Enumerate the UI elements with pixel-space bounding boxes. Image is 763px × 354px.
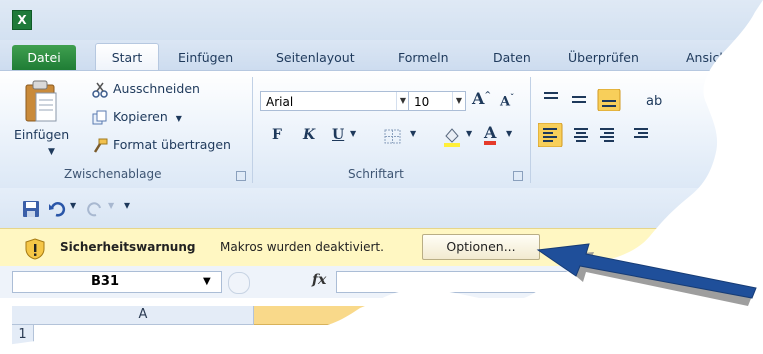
name-box-value: B31 [91, 274, 119, 289]
options-button[interactable]: Optionen... [422, 234, 540, 260]
name-box-resize-handle[interactable] [228, 272, 250, 294]
chevron-down-icon[interactable]: ▼ [410, 129, 416, 138]
tab-page-layout[interactable]: Seitenlayout [276, 47, 355, 69]
quick-access-toolbar: ▼ ▼ ▾ [0, 188, 763, 228]
borders-icon[interactable] [384, 129, 402, 145]
shrink-font-button[interactable]: Aˇ [500, 92, 514, 109]
tab-formulas[interactable]: Formeln [398, 47, 449, 69]
chevron-down-icon[interactable]: ▼ [350, 129, 356, 138]
copy-button[interactable]: Kopieren ▼ [92, 109, 182, 126]
grow-font-glyph: A [472, 89, 485, 108]
security-warning-bar: Sicherheitswarnung Makros wurden deaktiv… [0, 228, 763, 268]
font-name-dropdown[interactable]: Arial ▼ [260, 91, 410, 111]
chevron-down-icon[interactable]: ▼ [108, 201, 114, 210]
grow-font-button[interactable]: A^ [472, 89, 491, 108]
tab-review[interactable]: Überprüfen [568, 47, 639, 69]
tab-file[interactable]: Datei [12, 45, 76, 70]
select-all-corner[interactable] [12, 306, 34, 325]
fill-color-icon[interactable] [442, 126, 462, 148]
redo-icon[interactable] [86, 200, 104, 218]
tab-view[interactable]: Ansicht [686, 47, 732, 69]
formula-input[interactable] [336, 271, 763, 293]
tab-start[interactable]: Start [95, 43, 159, 72]
group-divider [252, 77, 253, 183]
formula-bar: B31 ▼ fx [0, 266, 763, 299]
tab-insert[interactable]: Einfügen [178, 47, 233, 69]
clipboard-group-label: Zwischenablage [64, 167, 162, 181]
copy-label: Kopieren [113, 109, 168, 124]
cut-button[interactable]: Ausschneiden [92, 81, 200, 98]
paste-icon[interactable] [22, 79, 60, 125]
security-warning-title: Sicherheitswarnung [60, 240, 196, 254]
worksheet-grid: A 1 [0, 298, 763, 354]
paste-button[interactable]: Einfügen [14, 127, 69, 142]
title-bar: X [0, 0, 763, 40]
format-painter-label: Format übertragen [113, 137, 231, 152]
font-name-value: Arial [266, 95, 294, 109]
orientation-icon[interactable]: ab [644, 89, 666, 111]
chevron-down-icon[interactable]: ▼ [176, 114, 182, 123]
name-box[interactable]: B31 ▼ [12, 271, 222, 293]
font-color-button[interactable]: A [484, 125, 497, 145]
font-group-label: Schriftart [348, 167, 404, 181]
row-header-1[interactable]: 1 [12, 325, 34, 345]
customize-toolbar-icon[interactable]: ▾ [124, 198, 130, 212]
chevron-down-icon[interactable]: ▼ [70, 201, 76, 210]
undo-icon[interactable] [48, 200, 66, 218]
column-header-a[interactable]: A [33, 306, 254, 325]
insert-function-button[interactable]: fx [312, 272, 326, 288]
excel-app-icon[interactable]: X [12, 10, 32, 30]
ribbon-tabs: Datei Start Einfügen Seitenlayout Formel… [0, 40, 763, 72]
paintbrush-icon [93, 138, 108, 153]
security-warning-message: Makros wurden deaktiviert. [220, 240, 384, 254]
excel-window: X Datei Start Einfügen Seitenlayout Form… [0, 0, 763, 354]
bold-button[interactable]: F [272, 127, 282, 143]
chevron-down-icon[interactable]: ▼ [466, 129, 472, 138]
save-icon[interactable] [22, 200, 40, 218]
horizontal-align-icons[interactable] [538, 123, 658, 147]
italic-button[interactable]: K [303, 127, 315, 143]
chevron-down-icon[interactable]: ▼ [506, 129, 512, 138]
column-header-b-selected[interactable] [254, 306, 474, 325]
vertical-align-icons[interactable] [542, 89, 624, 111]
format-painter-button[interactable]: Format übertragen [92, 137, 231, 154]
font-size-dropdown[interactable]: 10 ▼ [408, 91, 466, 111]
cut-label: Ausschneiden [113, 81, 200, 96]
chevron-down-icon[interactable]: ▼ [203, 272, 211, 292]
copy-icon [92, 110, 107, 124]
font-dialog-launcher[interactable] [513, 171, 523, 181]
scissors-icon [92, 82, 108, 98]
clipboard-dialog-launcher[interactable] [236, 171, 246, 181]
font-size-value: 10 [414, 95, 430, 109]
tab-data[interactable]: Daten [493, 47, 531, 69]
warning-shield-icon [25, 238, 45, 260]
svg-text:ab: ab [646, 94, 662, 109]
ribbon: Einfügen ▼ Ausschneiden Kopieren ▼ Forma… [0, 70, 763, 190]
underline-button[interactable]: U [332, 127, 344, 143]
chevron-down-icon[interactable]: ▼ [452, 92, 465, 110]
shrink-font-glyph: A [500, 94, 511, 110]
chevron-down-icon[interactable]: ▼ [48, 147, 55, 157]
group-divider [530, 77, 531, 183]
